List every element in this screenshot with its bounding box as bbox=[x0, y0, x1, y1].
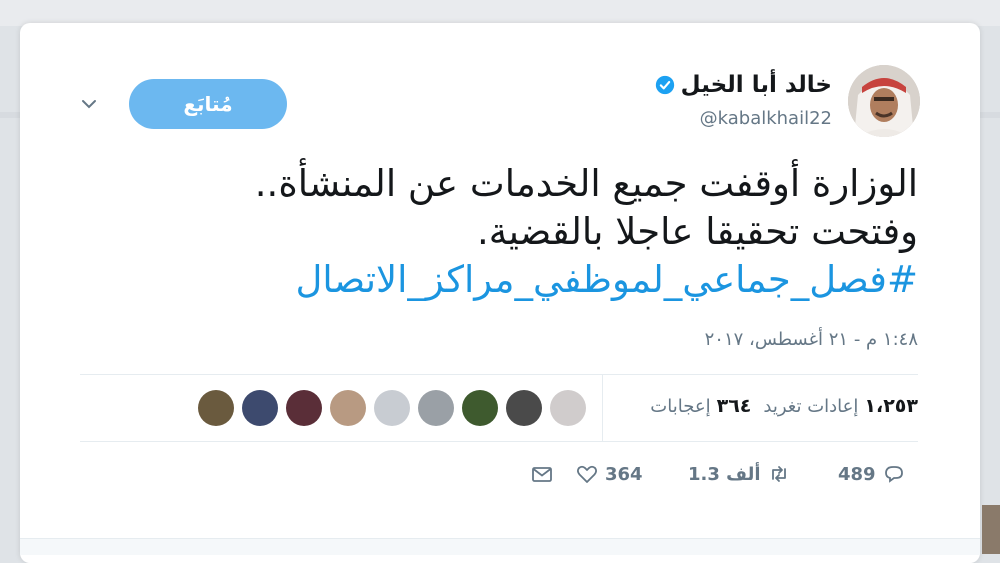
like-count: 364 bbox=[605, 463, 643, 485]
divider-bottom bbox=[80, 441, 918, 442]
following-button[interactable]: مُتابَع bbox=[129, 79, 287, 129]
tweet-stats: ١،٢٥٣ إعادات تغريد ٣٦٤ إعجابات bbox=[650, 395, 918, 417]
retweets-stat[interactable]: ١،٢٥٣ إعادات تغريد bbox=[763, 395, 918, 417]
display-name[interactable]: خالد أبا الخيل bbox=[681, 72, 832, 98]
direct-message-button[interactable] bbox=[530, 462, 554, 486]
tweet-text-line-1: الوزارة أوقفت جميع الخدمات عن المنشأة.. bbox=[254, 162, 918, 205]
verified-badge-icon bbox=[655, 75, 674, 95]
liker-avatar[interactable] bbox=[462, 390, 498, 426]
liker-avatar[interactable] bbox=[418, 390, 454, 426]
reply-button[interactable]: 489 bbox=[838, 462, 906, 486]
tweet-text-line-2: وفتحت تحقيقا عاجلا بالقضية. bbox=[477, 210, 918, 253]
liker-avatar[interactable] bbox=[286, 390, 322, 426]
liker-avatar[interactable] bbox=[330, 390, 366, 426]
divider-top bbox=[80, 374, 918, 375]
hashtag-link[interactable]: #فصل_جماعي_لموظفي_مراكز_الاتصال bbox=[198, 256, 919, 304]
retweets-count: ١،٢٥٣ bbox=[864, 395, 918, 417]
liker-avatars bbox=[198, 390, 586, 426]
tweet-text: الوزارة أوقفت جميع الخدمات عن المنشأة.. … bbox=[198, 160, 918, 304]
author-name-row[interactable]: خالد أبا الخيل bbox=[655, 72, 832, 98]
retweet-icon bbox=[771, 466, 786, 482]
tweet-actions: 489 1.3 ألف 364 bbox=[0, 462, 1000, 496]
reply-count: 489 bbox=[838, 463, 876, 485]
reply-icon bbox=[884, 466, 903, 483]
retweets-label: إعادات تغريد bbox=[763, 395, 859, 417]
likes-stat[interactable]: ٣٦٤ إعجابات bbox=[650, 395, 751, 417]
heart-icon bbox=[576, 465, 598, 483]
envelope-icon bbox=[532, 467, 552, 482]
liker-avatar[interactable] bbox=[198, 390, 234, 426]
card-footer-strip bbox=[20, 538, 980, 555]
retweet-button[interactable]: 1.3 ألف bbox=[688, 462, 791, 486]
liker-avatar[interactable] bbox=[374, 390, 410, 426]
stats-divider bbox=[602, 375, 603, 441]
author-handle[interactable]: @kabalkhail22 bbox=[700, 108, 832, 129]
avatar[interactable] bbox=[848, 65, 920, 137]
likes-count: ٣٦٤ bbox=[716, 395, 752, 417]
background-image-edge bbox=[982, 505, 1000, 554]
liker-avatar[interactable] bbox=[242, 390, 278, 426]
like-button[interactable]: 364 bbox=[575, 462, 643, 486]
liker-avatar[interactable] bbox=[506, 390, 542, 426]
chevron-down-icon[interactable] bbox=[78, 93, 100, 115]
likes-label: إعجابات bbox=[650, 395, 711, 417]
tweet-timestamp[interactable]: ١:٤٨ م - ٢١ أغسطس، ٢٠١٧ bbox=[705, 329, 918, 350]
liker-avatar[interactable] bbox=[550, 390, 586, 426]
retweet-count: 1.3 ألف bbox=[688, 463, 761, 485]
